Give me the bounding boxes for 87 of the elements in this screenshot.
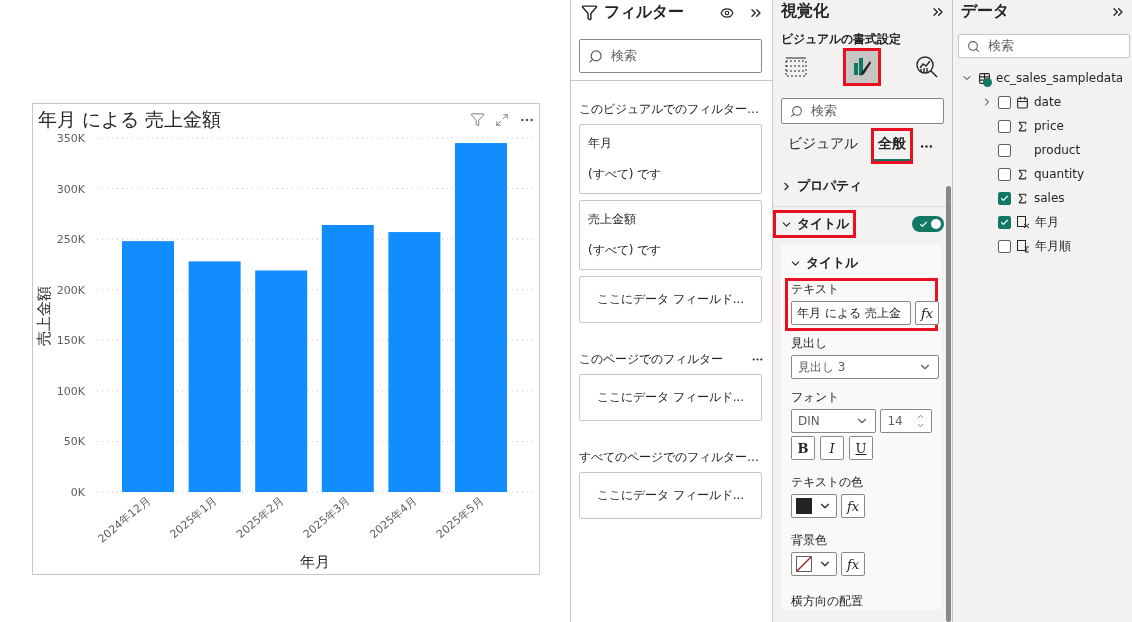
sigma-icon xyxy=(1016,119,1029,133)
filter-icon xyxy=(581,4,598,21)
y-axis-title: 売上金額 xyxy=(35,285,53,346)
field-label: 横方向の配置 xyxy=(791,594,863,608)
axis-tick-label: 100K xyxy=(56,384,85,398)
fx-button[interactable]: fx xyxy=(841,552,865,576)
checkbox[interactable] xyxy=(998,239,1011,253)
field-name[interactable]: 年月順 xyxy=(1035,237,1071,255)
filter-card[interactable]: 売上金額 (すべて) です xyxy=(579,200,762,270)
tab[interactable]: 全般 xyxy=(874,131,910,161)
toggle-switch[interactable] xyxy=(912,216,944,232)
checkbox[interactable] xyxy=(998,191,1011,205)
color-picker[interactable] xyxy=(791,494,837,518)
search-icon xyxy=(790,104,803,118)
fx-button[interactable]: fx xyxy=(841,494,865,518)
heading-dropdown[interactable]: 見出し 3 xyxy=(791,355,939,379)
pane-title: 視覚化 xyxy=(781,1,829,22)
drop-zone[interactable]: ここにデータ フィールド... xyxy=(579,472,762,519)
filter-card[interactable]: 年月 (すべて) です xyxy=(579,124,762,194)
bar[interactable] xyxy=(321,224,374,492)
section-heading: このビジュアルでのフィルター… xyxy=(579,101,759,118)
checkbox[interactable] xyxy=(998,95,1011,109)
field-label: テキストの色 xyxy=(791,474,864,491)
field-name[interactable]: product xyxy=(1034,143,1081,157)
calculated-column-icon xyxy=(1016,239,1030,253)
fx-button[interactable]: fx xyxy=(915,301,939,325)
section-expander[interactable]: プロパティ xyxy=(793,175,866,197)
axis-tick-label: 50K xyxy=(63,435,85,449)
calculated-column-icon xyxy=(1016,215,1030,229)
axis-tick-label: 200K xyxy=(56,283,85,297)
axis-tick-label: 350K xyxy=(56,133,85,145)
search-icon xyxy=(967,39,980,53)
drop-zone[interactable]: ここにデータ フィールド... xyxy=(579,374,762,421)
calendar-icon xyxy=(1016,95,1029,109)
checkbox[interactable] xyxy=(998,119,1011,133)
magnifier-chart-icon xyxy=(915,55,939,79)
grid-icon xyxy=(784,55,808,79)
font-size-field[interactable]: 14 xyxy=(880,409,932,433)
checkbox[interactable] xyxy=(998,143,1011,157)
table-icon xyxy=(978,71,991,85)
pane-title: フィルター xyxy=(604,2,684,23)
field-name[interactable]: sales xyxy=(1034,191,1065,205)
search-field[interactable]: 検索 xyxy=(958,34,1130,58)
field-label: フォント xyxy=(791,389,840,406)
field-name[interactable]: price xyxy=(1034,119,1064,133)
section-expander[interactable]: タイトル xyxy=(793,213,853,235)
drop-zone[interactable]: ここにデータ フィールド... xyxy=(579,276,762,323)
bold-button[interactable]: B xyxy=(791,436,815,460)
x-axis-title: 年月 xyxy=(300,552,330,571)
pane-title: データ xyxy=(961,1,1009,22)
chart-title: 年月 による 売上金額 xyxy=(38,106,222,132)
field-label: 背景色 xyxy=(791,532,828,549)
axis-tick-label: 300K xyxy=(56,182,85,196)
eye-icon[interactable] xyxy=(720,5,734,20)
field-name[interactable]: 年月 xyxy=(1035,213,1059,231)
scrollbar[interactable] xyxy=(946,186,951,622)
sigma-icon xyxy=(1016,191,1029,205)
section-expander[interactable]: タイトル xyxy=(802,252,862,274)
check-icon xyxy=(1000,217,1009,227)
field-name[interactable]: date xyxy=(1034,95,1062,109)
section-heading: このページでのフィルター xyxy=(579,351,723,368)
axis-tick-label: 250K xyxy=(56,233,85,246)
field-label: テキスト xyxy=(791,281,839,298)
section-heading: すべてのページでのフィルター… xyxy=(579,449,759,466)
checkbox[interactable] xyxy=(998,215,1011,229)
expand-icon[interactable] xyxy=(495,112,509,127)
sigma-icon xyxy=(1016,167,1029,181)
field-name[interactable]: quantity xyxy=(1034,167,1085,181)
check-icon xyxy=(919,219,928,229)
font-dropdown[interactable]: DIN xyxy=(791,409,877,433)
no-color-swatch xyxy=(796,556,812,572)
axis-tick-label: 0K xyxy=(70,485,85,499)
filter-icon[interactable] xyxy=(470,112,485,128)
pane-subtitle: ビジュアルの書式設定 xyxy=(781,32,901,46)
underline-button[interactable]: U xyxy=(849,436,873,460)
color-picker[interactable] xyxy=(791,552,837,576)
italic-button[interactable]: I xyxy=(820,436,844,460)
axis-tick-label: 150K xyxy=(56,334,85,348)
checkbox[interactable] xyxy=(998,167,1011,181)
search-field[interactable]: 検索 xyxy=(579,39,762,73)
field-label: 見出し xyxy=(791,335,828,352)
check-icon xyxy=(1000,193,1009,203)
tab[interactable]: ビジュアル xyxy=(784,131,862,161)
search-icon xyxy=(588,48,603,64)
field-name[interactable]: ec_sales_sampledata xyxy=(996,71,1124,85)
search-field[interactable]: 検索 xyxy=(781,98,944,124)
title-text-field[interactable]: 年月 による 売上金 xyxy=(791,301,911,325)
